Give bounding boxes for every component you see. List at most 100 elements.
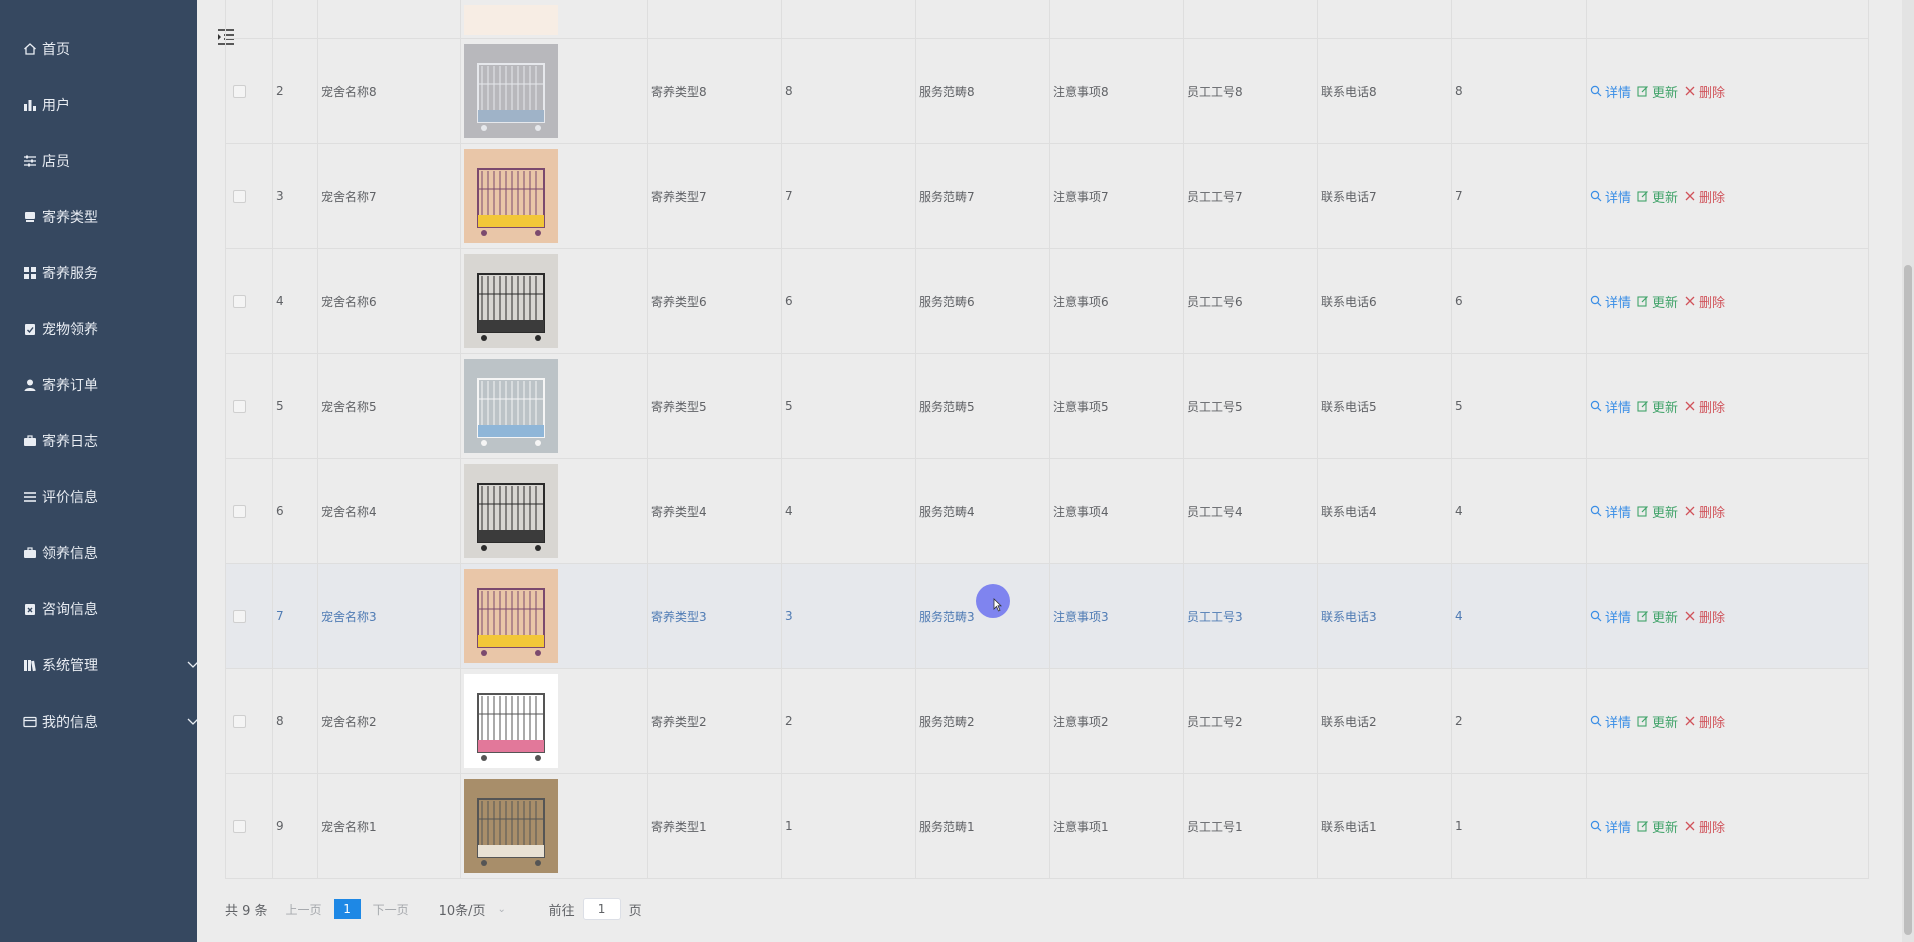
row-checkbox[interactable] [233,504,246,518]
cell-name: 宠舍名称6 [317,248,461,354]
update-button[interactable]: 更新 [1637,187,1678,206]
detail-label: 详情 [1605,190,1632,206]
sidebar-item[interactable]: 首页 [0,21,219,76]
update-button[interactable]: 更新 [1637,502,1678,521]
cell-value: 6 [1451,248,1587,354]
detail-button[interactable]: 详情 [1590,817,1631,836]
cell-notes: 注意事项1 [1049,773,1184,879]
table-row[interactable]: 4 宠舍名称6 寄养类型6 6 服务范畴6 注意事项6 员工工号6 联系电话6 6 详情 更新 删除 [225,248,1869,354]
goto-page-input[interactable]: 1 [582,898,621,920]
cell-number: 4 [781,458,916,564]
delete-button[interactable]: 删除 [1684,712,1725,731]
update-button[interactable]: 更新 [1637,292,1678,311]
update-button[interactable]: 更新 [1637,82,1678,101]
sidebar-item[interactable]: 评价信息 [0,469,219,524]
prev-page-button[interactable]: 上一页 [286,901,322,918]
table-row[interactable]: 6 宠舍名称4 寄养类型4 4 服务范畴4 注意事项4 员工工号4 联系电话4 4 详情 更新 删除 [225,458,1869,564]
row-checkbox[interactable] [233,714,246,728]
detail-button[interactable]: 详情 [1590,607,1631,626]
chevron-down-icon: ⌄ [497,903,506,915]
detail-label: 详情 [1605,610,1632,626]
row-index: 8 [272,668,318,774]
row-checkbox[interactable] [233,609,246,623]
cursor-indicator [976,584,1010,618]
sidebar-item[interactable]: 领养信息 [0,525,219,580]
delete-button[interactable]: 删除 [1684,607,1725,626]
sidebar-item[interactable]: 寄养类型 [0,189,219,244]
cell-name: 宠舍名称2 [317,668,461,774]
detail-button[interactable]: 详情 [1590,82,1631,101]
row-checkbox[interactable] [233,189,246,203]
page-size-select[interactable]: 10条/页 ⌄ [439,900,515,919]
cell-service-scope: 服务范畴4 [915,458,1050,564]
clipboard-x-icon [22,601,38,617]
cell-type: 寄养类型5 [647,353,782,459]
detail-button[interactable]: 详情 [1590,502,1631,521]
row-actions: 详情 更新 删除 [1590,187,1865,206]
table-row[interactable]: 8 宠舍名称2 寄养类型2 2 服务范畴2 注意事项2 员工工号2 联系电话2 2 详情 更新 删除 [225,668,1869,774]
detail-button[interactable]: 详情 [1590,397,1631,416]
sidebar-item-label: 宠物领养 [42,321,98,338]
cell-service-scope: 服务范畴7 [915,143,1050,249]
row-actions: 详情 更新 删除 [1590,397,1865,416]
cell-staff-id: 员工工号8 [1183,38,1318,144]
update-button[interactable]: 更新 [1637,397,1678,416]
row-checkbox[interactable] [233,819,246,833]
cell-notes: 注意事项7 [1049,143,1184,249]
list-icon [22,489,38,505]
sidebar-item[interactable]: 寄养日志 [0,413,219,468]
row-checkbox[interactable] [233,399,246,413]
update-label: 更新 [1652,295,1679,311]
delete-label: 删除 [1699,820,1726,836]
search-icon [1590,400,1602,412]
delete-button[interactable]: 删除 [1684,502,1725,521]
row-checkbox[interactable] [233,84,246,98]
detail-button[interactable]: 详情 [1590,292,1631,311]
sidebar-item[interactable]: 寄养订单 [0,357,219,412]
sidebar-item[interactable]: 店员 [0,133,219,188]
detail-button[interactable]: 详情 [1590,187,1631,206]
row-checkbox[interactable] [233,294,246,308]
delete-label: 删除 [1699,610,1726,626]
sidebar-item[interactable]: 咨询信息 [0,581,219,636]
cell-phone: 联系电话3 [1317,563,1452,669]
update-button[interactable]: 更新 [1637,712,1678,731]
sidebar-item[interactable]: 用户 [0,77,219,132]
table-row-partial [225,0,1869,39]
table-row[interactable]: 7 宠舍名称3 寄养类型3 3 服务范畴3 注意事项3 员工工号3 联系电话3 4 详情 更新 删除 [225,563,1869,669]
detail-label: 详情 [1605,400,1632,416]
row-index: 7 [272,563,318,669]
page-unit-label: 页 [628,903,642,919]
data-table: 2 宠舍名称8 寄养类型8 8 服务范畴8 注意事项8 员工工号8 联系电话8 8 详情 更新 删除 3… [225,0,1869,879]
scrollbar-thumb[interactable] [1904,265,1912,935]
row-index: 2 [272,38,318,144]
table-row[interactable]: 3 宠舍名称7 寄养类型7 7 服务范畴7 注意事项7 员工工号7 联系电话7 7 详情 更新 删除 [225,143,1869,249]
sidebar-item[interactable]: 系统管理 [0,637,219,692]
sidebar-item[interactable]: 我的信息 [0,694,219,749]
update-button[interactable]: 更新 [1637,607,1678,626]
goto-label: 前往 [548,903,575,919]
table-row[interactable]: 9 宠舍名称1 寄养类型1 1 服务范畴1 注意事项1 员工工号1 联系电话1 1 详情 更新 删除 [225,773,1869,879]
detail-button[interactable]: 详情 [1590,712,1631,731]
briefcase-icon [22,433,38,449]
sidebar-item-label: 咨询信息 [42,601,98,618]
row-index: 3 [272,143,318,249]
delete-label: 删除 [1699,190,1726,206]
delete-button[interactable]: 删除 [1684,82,1725,101]
update-button[interactable]: 更新 [1637,817,1678,836]
sidebar-item[interactable]: 宠物领养 [0,301,219,356]
table-row[interactable]: 5 宠舍名称5 寄养类型5 5 服务范畴5 注意事项5 员工工号5 联系电话5 5 详情 更新 删除 [225,353,1869,459]
row-actions: 详情 更新 删除 [1590,502,1865,521]
delete-button[interactable]: 删除 [1684,292,1725,311]
delete-button[interactable]: 删除 [1684,397,1725,416]
sidebar-item[interactable]: 寄养服务 [0,245,219,300]
next-page-button[interactable]: 下一页 [373,901,409,918]
table-row[interactable]: 2 宠舍名称8 寄养类型8 8 服务范畴8 注意事项8 员工工号8 联系电话8 8 详情 更新 删除 [225,38,1869,144]
home-icon [22,41,38,57]
delete-button[interactable]: 删除 [1684,817,1725,836]
search-icon [1590,190,1602,202]
scrollbar[interactable] [1902,0,1914,942]
search-icon [1590,715,1602,727]
page-1-button[interactable]: 1 [333,899,361,919]
delete-button[interactable]: 删除 [1684,187,1725,206]
